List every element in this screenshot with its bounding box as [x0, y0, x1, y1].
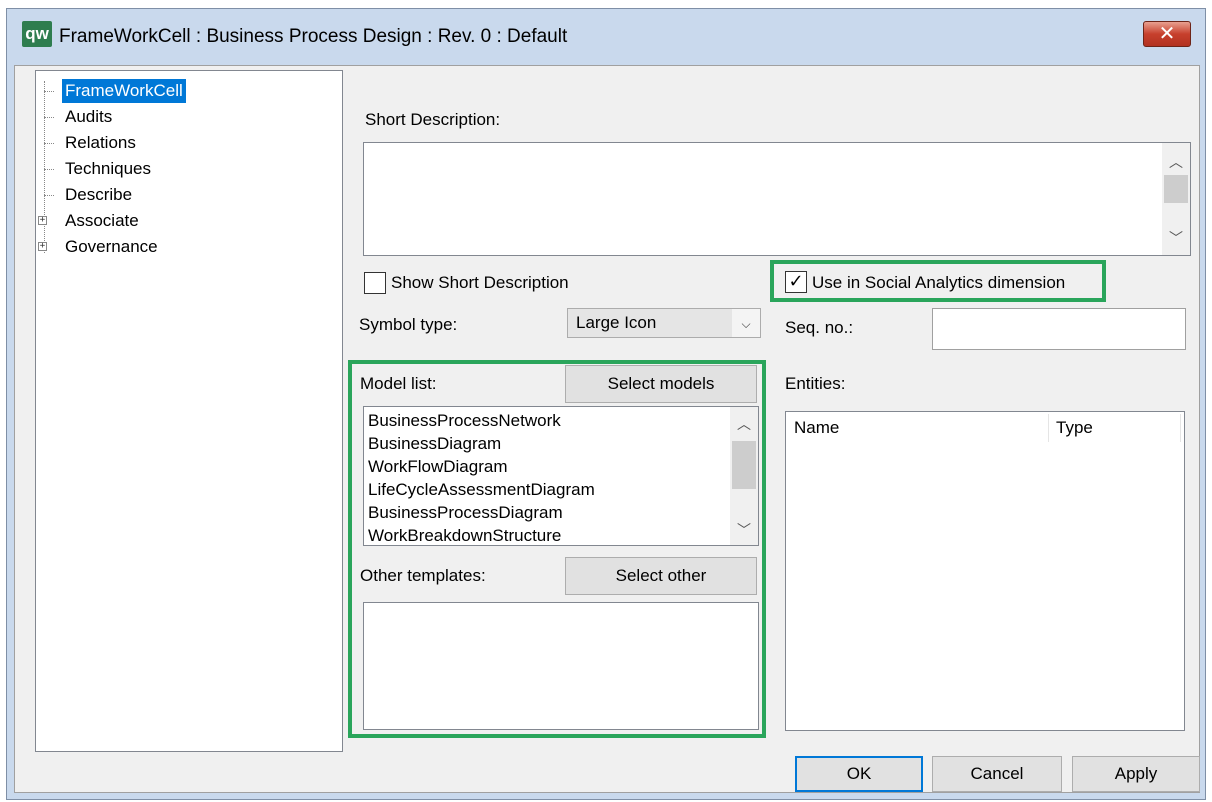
short-description-label: Short Description: — [365, 110, 501, 129]
short-description-scrollbar[interactable]: ︿ ﹀ — [1162, 143, 1190, 255]
column-divider[interactable] — [1180, 414, 1181, 442]
short-description-textarea[interactable]: ︿ ﹀ — [363, 142, 1191, 256]
show-short-description-checkbox[interactable] — [364, 272, 386, 294]
symbol-type-value: Large Icon — [576, 313, 657, 332]
select-models-button[interactable]: Select models — [565, 365, 757, 403]
expand-plus-icon[interactable]: + — [38, 242, 47, 251]
list-item[interactable]: LifeCycleAssessmentDiagram — [368, 480, 595, 500]
entities-table[interactable]: Name Type — [785, 411, 1185, 731]
column-header-type[interactable]: Type — [1056, 418, 1093, 438]
dialog-client-area: FrameWorkCell Audits Relations Technique… — [14, 65, 1200, 793]
scroll-up-arrow-icon[interactable]: ︿ — [1162, 149, 1190, 177]
tree-item-label: Audits — [65, 107, 113, 126]
list-item[interactable]: WorkBreakdownStructure — [368, 526, 561, 545]
social-analytics-checkbox[interactable]: ✓ — [785, 271, 807, 293]
tree-item-label: Techniques — [65, 159, 152, 178]
tree-connector — [44, 195, 54, 196]
scroll-down-arrow-icon[interactable]: ﹀ — [730, 517, 758, 545]
tree-item-label: Relations — [65, 133, 136, 152]
tree-item-label: Governance — [65, 237, 158, 256]
select-other-button[interactable]: Select other — [565, 557, 757, 595]
cancel-button[interactable]: Cancel — [932, 756, 1062, 792]
window-title: FrameWorkCell : Business Process Design … — [59, 26, 568, 47]
app-logo-icon: qw — [22, 21, 52, 47]
chevron-down-icon: ⌵ — [732, 309, 760, 337]
list-item[interactable]: BusinessProcessDiagram — [368, 503, 563, 523]
tree-connector — [44, 143, 54, 144]
dialog-window: qw FrameWorkCell : Business Process Desi… — [6, 8, 1206, 800]
symbol-type-select[interactable]: Large Icon ⌵ — [567, 308, 761, 338]
list-item[interactable]: BusinessDiagram — [368, 434, 501, 454]
apply-button[interactable]: Apply — [1072, 756, 1200, 792]
tree-connector — [44, 169, 54, 170]
tree-item-label: Associate — [65, 211, 139, 230]
navigation-tree[interactable]: FrameWorkCell Audits Relations Technique… — [35, 70, 343, 752]
model-list-box[interactable]: BusinessProcessNetwork BusinessDiagram W… — [363, 406, 759, 546]
social-analytics-label: Use in Social Analytics dimension — [812, 273, 1066, 292]
seq-no-input[interactable] — [932, 308, 1186, 350]
other-templates-label: Other templates: — [360, 566, 486, 585]
expand-plus-icon[interactable]: + — [38, 216, 47, 225]
list-item[interactable]: BusinessProcessNetwork — [368, 411, 561, 431]
tree-item-governance[interactable]: + Governance — [36, 235, 236, 259]
model-list-label: Model list: — [360, 374, 437, 393]
tree-connector — [44, 117, 54, 118]
close-button[interactable]: ✕ — [1143, 21, 1191, 47]
seq-no-label: Seq. no.: — [785, 318, 854, 337]
show-short-description-label: Show Short Description — [391, 273, 569, 292]
scroll-down-arrow-icon[interactable]: ﹀ — [1162, 225, 1190, 253]
title-bar[interactable]: qw FrameWorkCell : Business Process Desi… — [7, 9, 1205, 65]
column-header-name[interactable]: Name — [794, 418, 839, 438]
scrollbar-thumb[interactable] — [1164, 175, 1188, 203]
tree-item-associate[interactable]: + Associate — [36, 209, 236, 233]
tree-item-label: FrameWorkCell — [62, 79, 186, 103]
column-divider[interactable] — [1048, 414, 1049, 442]
model-list-scrollbar[interactable]: ︿ ﹀ — [730, 407, 758, 545]
ok-button[interactable]: OK — [795, 756, 923, 792]
list-item[interactable]: WorkFlowDiagram — [368, 457, 508, 477]
tree-item-label: Describe — [65, 185, 133, 204]
other-templates-box[interactable] — [363, 602, 759, 730]
tree-connector — [44, 91, 54, 92]
entities-label: Entities: — [785, 374, 846, 393]
scrollbar-thumb[interactable] — [732, 441, 756, 489]
symbol-type-label: Symbol type: — [359, 315, 458, 334]
scroll-up-arrow-icon[interactable]: ︿ — [730, 411, 758, 439]
